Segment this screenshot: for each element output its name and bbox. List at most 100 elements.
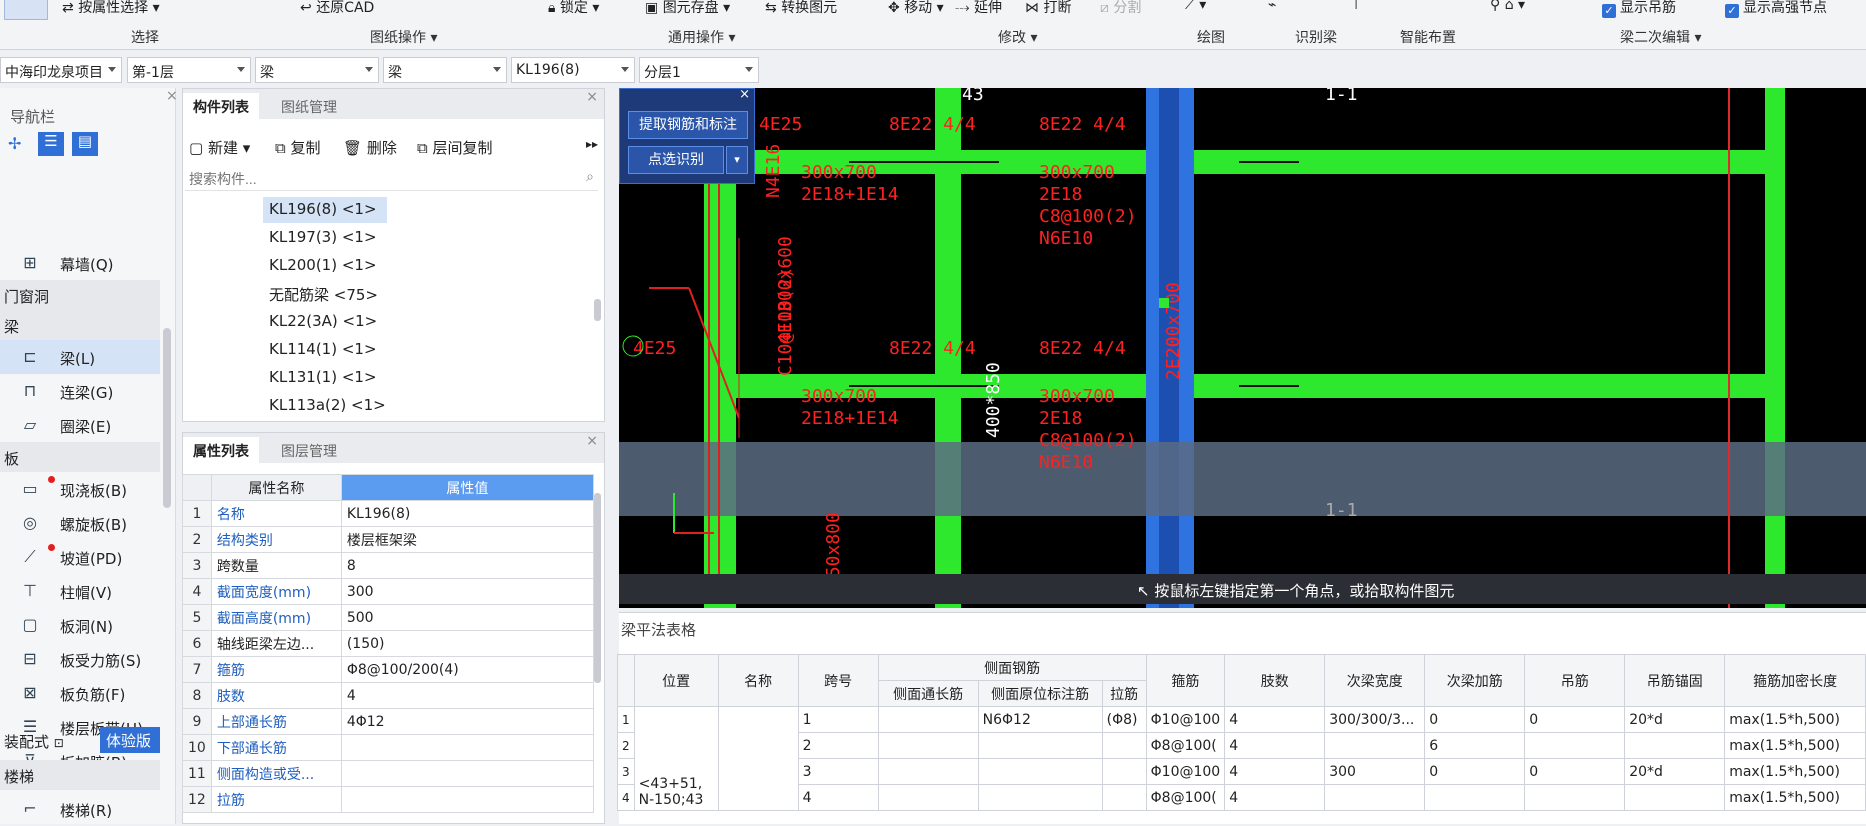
nav-item-stairs[interactable]: ⌐ 楼梯(R) (0, 792, 160, 826)
cell-sub-w[interactable]: 300 (1324, 758, 1426, 785)
property-scrollbar[interactable] (594, 493, 601, 683)
cell-stirrup[interactable]: Φ10@100 (1145, 706, 1226, 733)
select-tool-icon[interactable] (4, 0, 48, 20)
split-button[interactable]: ⧄ 分割 (1100, 0, 1141, 17)
cell-dense[interactable]: max(1.5*h,500) (1724, 758, 1866, 785)
nav-category[interactable]: 梁 (0, 310, 160, 340)
cell-tie[interactable] (1101, 784, 1147, 811)
cell-stirrup[interactable]: Φ8@100( (1145, 732, 1226, 759)
nav-item[interactable]: ◎ 螺旋板(B) (0, 506, 160, 540)
member-list-item[interactable]: KL196(8) <1> (263, 197, 387, 223)
property-row[interactable]: 11 侧面构造或受... (182, 760, 595, 787)
cell-anchor[interactable]: 20*d (1624, 706, 1726, 733)
nav-item[interactable]: ⊞ 幕墙(Q) (0, 246, 160, 280)
member-search-input[interactable] (185, 167, 598, 191)
extract-rebar-button[interactable]: 提取钢筋和标注 (628, 111, 748, 139)
cell-side-through[interactable] (877, 732, 979, 759)
close-member-panel-icon[interactable]: × (586, 89, 598, 105)
member-list-item[interactable]: KL197(3) <1> (263, 225, 383, 251)
property-row[interactable]: 2 结构类别 楼层框架梁 (182, 526, 595, 553)
trial-badge[interactable]: 体验版 (100, 727, 160, 753)
identify-tool-icon[interactable]: ⊤ (1350, 0, 1362, 13)
lock-button[interactable]: 🔒︎ 锁定 ▾ (548, 0, 599, 17)
nav-item[interactable]: ⊠ 板负筋(F) (0, 676, 160, 710)
select-by-attr-button[interactable]: ⇄ 按属性选择 ▾ (62, 0, 160, 17)
cell-side-orig[interactable] (977, 784, 1103, 811)
property-row[interactable]: 5 截面高度(mm) 500 (182, 604, 595, 631)
property-row[interactable]: 3 跨数量 8 (182, 552, 595, 579)
pick-identify-button[interactable]: 点选识别 (628, 146, 724, 174)
cell-sub-w[interactable] (1324, 732, 1426, 759)
cell-legs[interactable]: 4 (1224, 732, 1326, 759)
category-select[interactable]: 梁 (255, 57, 379, 83)
property-value[interactable]: KL196(8) (340, 500, 595, 527)
property-value[interactable] (340, 734, 595, 761)
cell-tie[interactable] (1101, 758, 1147, 785)
group-beam-secondary-edit[interactable]: 梁二次编辑 ▾ (1620, 27, 1701, 47)
show-high-node-checkbox[interactable]: ✓ 显示高强节点 (1725, 0, 1827, 18)
tab-layer-manage[interactable]: 图层管理 (271, 437, 347, 463)
type-select[interactable]: 梁 (383, 57, 507, 83)
member-list-item[interactable]: 无配筋梁 <75> (263, 281, 384, 307)
property-value[interactable]: 500 (340, 604, 595, 631)
group-modify[interactable]: 修改 ▾ (998, 27, 1037, 47)
layer-select[interactable]: 分层1 (639, 57, 759, 83)
cell-anchor[interactable] (1624, 784, 1726, 811)
project-select[interactable]: 中海印龙泉项目 (0, 57, 122, 83)
restore-cad-button[interactable]: ↩ 还原CAD (300, 0, 374, 17)
close-nav-icon[interactable]: × (166, 88, 178, 104)
stairs-category[interactable]: 楼梯 (0, 760, 160, 790)
member-list-item[interactable]: KL114(1) <1> (263, 337, 383, 363)
cell-legs[interactable]: 4 (1224, 758, 1326, 785)
cell-sub-add[interactable] (1424, 784, 1526, 811)
cell-dense[interactable]: max(1.5*h,500) (1724, 732, 1866, 759)
nav-scrollbar[interactable] (163, 328, 171, 508)
cell-tie[interactable] (1101, 732, 1147, 759)
cell-legs[interactable]: 4 (1224, 706, 1326, 733)
beam-grid-row[interactable]: 2 2 Φ8@100(4 6 max(1.5*h,500) (617, 732, 1866, 759)
show-hanger-checkbox[interactable]: ✓ 显示吊筋 (1602, 0, 1676, 18)
identify-beam-icon[interactable]: ⌁ (1268, 0, 1276, 13)
property-row[interactable]: 4 截面宽度(mm) 300 (182, 578, 595, 605)
group-drawing-ops[interactable]: 图纸操作 ▾ (370, 27, 437, 47)
cell-sub-w[interactable]: 300/300/3... (1324, 706, 1426, 733)
edit-icon[interactable]: ⚲ ⌂ ▾ (1490, 0, 1525, 13)
cell-hanger[interactable]: 0 (1524, 706, 1626, 733)
move-button[interactable]: ✥ 移动 ▾ (888, 0, 944, 17)
delete-button[interactable]: 🗑︎ 删除 (343, 137, 397, 158)
property-value[interactable]: 4 (340, 682, 595, 709)
beam-grid-row[interactable]: 4 4 Φ8@100(4 max(1.5*h,500) (617, 784, 1866, 811)
beam-grid-row[interactable]: 3 3 Φ10@100 4 300 0 0 20*d max(1.5*h,500) (617, 758, 1866, 785)
cell-side-orig[interactable]: N6Φ12 (977, 706, 1103, 733)
member-list-item[interactable]: KL22(3A) <1> (263, 309, 383, 335)
cad-drawing[interactable]: 43 1-14E25 8E22 4/4 8E22 4/4300x7002E18+1E1… (619, 88, 1866, 608)
floor-select[interactable]: 第-1层 (127, 57, 251, 83)
nav-item[interactable]: ⊏ 梁(L) (0, 340, 160, 374)
list-view-icon[interactable]: ☰ (38, 132, 64, 156)
property-value[interactable]: Φ8@100/200(4) (340, 656, 595, 683)
property-value[interactable]: 8 (340, 552, 595, 579)
cell-tie[interactable]: (Φ8) (1101, 706, 1147, 733)
pick-dropdown-icon[interactable]: ▾ (726, 146, 748, 174)
member-list-item[interactable]: KL131(1) <1> (263, 365, 383, 391)
nav-item[interactable]: ▭ 现浇板(B) (0, 472, 160, 506)
property-row[interactable]: 1 名称 KL196(8) (182, 500, 595, 527)
property-value[interactable]: (150) (340, 630, 595, 657)
property-value[interactable]: 300 (340, 578, 595, 605)
cell-side-orig[interactable] (977, 732, 1103, 759)
cell-sub-add[interactable]: 0 (1424, 758, 1526, 785)
cell-hanger[interactable] (1524, 784, 1626, 811)
member-list-item[interactable]: KL200(1) <1> (263, 253, 383, 279)
cell-stirrup[interactable]: Φ8@100( (1145, 784, 1226, 811)
property-row[interactable]: 9 上部通长筋 4Φ12 (182, 708, 595, 735)
draw-line-icon[interactable]: ⟋ ▾ (1185, 0, 1206, 13)
save-element-button[interactable]: ▣ 图元存盘 ▾ (645, 0, 730, 17)
copy-button[interactable]: ⧉ 复制 (275, 137, 321, 158)
name-cell[interactable] (717, 706, 799, 811)
cell-span[interactable]: 1 (797, 706, 879, 733)
cell-span[interactable]: 2 (797, 732, 879, 759)
property-value[interactable]: 楼层框架梁 (340, 526, 595, 553)
property-row[interactable]: 7 箍筋 Φ8@100/200(4) (182, 656, 595, 683)
beam-grid-row[interactable]: 1 <43+51, N-150;43 1 N6Φ12 (Φ8) Φ10@100 4 300/30… (617, 706, 1866, 811)
cell-side-through[interactable] (877, 758, 979, 785)
